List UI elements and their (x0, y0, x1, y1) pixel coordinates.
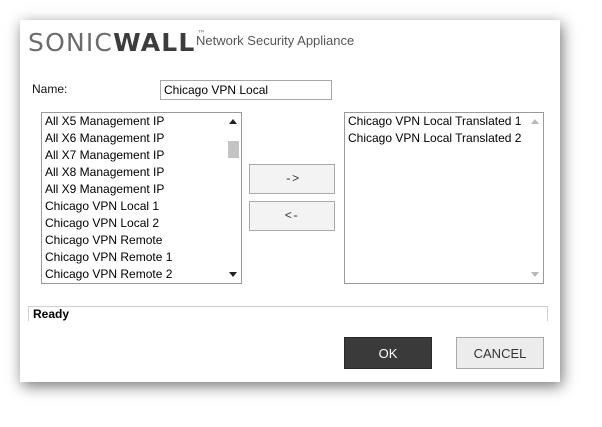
list-item[interactable]: Chicago VPN Local 1 (42, 198, 225, 215)
list-item[interactable]: Chicago VPN Local Translated 1 (345, 113, 527, 130)
group-members-listbox[interactable]: Chicago VPN Local Translated 1 Chicago V… (344, 112, 544, 284)
address-group-dialog: SONICWALL ™ Network Security Appliance Na… (20, 20, 560, 382)
group-members: Chicago VPN Local Translated 1 Chicago V… (345, 113, 527, 283)
brand-text-wall: WALL (113, 28, 196, 57)
remove-from-group-button[interactable]: <- (249, 201, 335, 231)
scroll-down-arrow-icon[interactable] (531, 272, 539, 277)
list-item[interactable]: Chicago VPN Remote 1 (42, 249, 225, 266)
status-bar: Ready (28, 306, 548, 321)
sonicwall-logo: SONICWALL ™ (28, 28, 207, 58)
scroll-down-arrow-icon[interactable] (229, 272, 237, 277)
ok-button[interactable]: OK (344, 337, 432, 369)
scrollbar-thumb[interactable] (228, 141, 239, 158)
brand-text-sonic: SONIC (28, 28, 114, 57)
list-item[interactable]: All X9 Management IP (42, 181, 225, 198)
add-to-group-button[interactable]: -> (249, 164, 335, 194)
scroll-up-arrow-icon[interactable] (229, 119, 237, 124)
scroll-up-arrow-icon[interactable] (531, 119, 539, 124)
list-item[interactable]: Chicago VPN Remote (42, 232, 225, 249)
cancel-button[interactable]: CANCEL (456, 337, 544, 369)
list-item[interactable]: All X7 Management IP (42, 147, 225, 164)
list-item[interactable]: Chicago VPN Remote 2 (42, 266, 225, 283)
list-item[interactable]: All X5 Management IP (42, 113, 225, 130)
right-list-scrollbar[interactable] (527, 113, 543, 283)
list-item[interactable]: All X8 Management IP (42, 164, 225, 181)
list-item[interactable]: All X6 Management IP (42, 130, 225, 147)
name-input[interactable] (160, 80, 332, 100)
list-item[interactable]: Chicago VPN Local Translated 2 (345, 130, 527, 147)
left-list-scrollbar[interactable] (225, 113, 241, 283)
name-label: Name: (32, 82, 68, 96)
list-item[interactable]: Chicago VPN Local 2 (42, 215, 225, 232)
product-title: Network Security Appliance (196, 33, 355, 48)
available-items-listbox[interactable]: All X5 Management IP All X6 Management I… (41, 112, 242, 284)
available-items: All X5 Management IP All X6 Management I… (42, 113, 225, 283)
